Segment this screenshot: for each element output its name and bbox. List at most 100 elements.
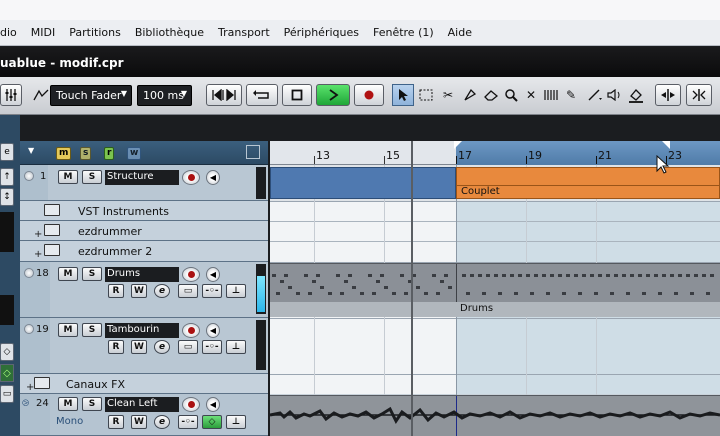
menu-bibliotheque[interactable]: Bibliothèque bbox=[128, 26, 211, 39]
write-automation-button[interactable]: W bbox=[131, 284, 147, 298]
solo-button[interactable]: S bbox=[82, 170, 102, 184]
inspector-select[interactable] bbox=[0, 295, 14, 325]
go-to-start-button[interactable] bbox=[206, 84, 242, 106]
speaker-tool-icon[interactable] bbox=[604, 84, 626, 106]
inspector-edit-icon[interactable]: ◇ bbox=[0, 343, 14, 361]
color-tool-icon[interactable] bbox=[625, 84, 647, 106]
instrument-icon[interactable]: ▭ bbox=[178, 284, 198, 298]
zoom-icon[interactable] bbox=[500, 84, 522, 106]
inspector-down-icon[interactable]: ↕ bbox=[0, 188, 14, 206]
mute-tool-icon[interactable]: ✕ bbox=[520, 84, 542, 106]
line-tool-icon[interactable] bbox=[584, 84, 606, 106]
edit-instrument-button[interactable]: e bbox=[154, 340, 170, 354]
read-automation-button[interactable]: R bbox=[108, 284, 124, 298]
record-enable-button[interactable] bbox=[182, 323, 200, 338]
mute-button[interactable]: M bbox=[58, 323, 78, 337]
mute-button[interactable]: M bbox=[58, 170, 78, 184]
expand-icon[interactable]: + bbox=[34, 249, 42, 260]
inserts-icon[interactable]: ⊥ bbox=[226, 340, 246, 354]
folder-vst-instruments[interactable]: VST Instruments bbox=[20, 201, 268, 221]
track-select-icon[interactable] bbox=[24, 324, 34, 334]
solo-button[interactable]: S bbox=[82, 323, 102, 337]
monitor-speaker-icon[interactable]: ◀ bbox=[206, 170, 220, 185]
track-select-icon[interactable] bbox=[24, 268, 34, 278]
track-name-field[interactable]: Tambourin bbox=[105, 323, 179, 338]
instrument-icon[interactable]: ▭ bbox=[178, 340, 198, 354]
latency-select[interactable]: 100 ms ▼ bbox=[137, 85, 192, 106]
lane-icon[interactable]: -◦- bbox=[202, 340, 222, 354]
track-name-field[interactable]: Structure bbox=[105, 170, 179, 185]
inspector-monitor-icon[interactable]: ◇ bbox=[0, 364, 14, 382]
record-enable-button[interactable] bbox=[182, 397, 200, 412]
track-tambourin[interactable]: 19 M S Tambourin ◀ R W e ▭ -◦- ⊥ bbox=[20, 318, 268, 374]
track-structure[interactable]: 1 M S Structure ◀ bbox=[20, 165, 268, 201]
track-list-settings-icon[interactable] bbox=[246, 145, 260, 159]
menu-midi[interactable]: MIDI bbox=[24, 26, 62, 39]
lane-icon[interactable]: -◦- bbox=[202, 284, 222, 298]
snap-icon[interactable] bbox=[655, 84, 681, 106]
automation-mode-select[interactable]: Touch Fader ▼ bbox=[50, 85, 132, 106]
record-enable-button[interactable] bbox=[182, 267, 200, 282]
mute-button[interactable]: M bbox=[58, 397, 78, 411]
folder-ezdrummer-2[interactable]: + ezdrummer 2 bbox=[20, 241, 268, 262]
read-automation-button[interactable]: R bbox=[108, 415, 124, 429]
pointer-tool-icon[interactable] bbox=[392, 84, 414, 106]
pencil-icon[interactable]: ✎ bbox=[560, 84, 582, 106]
audio-event-clean-left[interactable] bbox=[270, 395, 720, 436]
track-name-field[interactable]: Clean Left bbox=[105, 397, 179, 412]
edit-channel-button[interactable]: e bbox=[154, 415, 170, 429]
right-locator-icon[interactable] bbox=[662, 141, 670, 149]
track-select-icon[interactable] bbox=[24, 171, 34, 181]
track-clean-left[interactable]: ⧁ 24 M S Clean Left ◀ Mono R W e -◦- ◇ ⊥ bbox=[20, 394, 268, 436]
inserts-icon[interactable]: ⊥ bbox=[226, 284, 246, 298]
record-enable-button[interactable] bbox=[182, 170, 200, 185]
edit-instrument-button[interactable]: e bbox=[154, 284, 170, 298]
timeline-ruler[interactable]: 13 15 17 19 21 23 bbox=[270, 141, 720, 165]
left-locator-icon[interactable] bbox=[454, 141, 462, 149]
inspector-e-button[interactable]: e bbox=[0, 143, 14, 161]
solo-button[interactable]: S bbox=[82, 267, 102, 281]
mixer-icon[interactable] bbox=[0, 84, 22, 106]
midi-part-drums[interactable]: Drums bbox=[270, 263, 720, 317]
grid-snap-icon[interactable] bbox=[686, 84, 712, 106]
monitor-speaker-icon[interactable]: ◀ bbox=[206, 323, 220, 338]
play-button[interactable] bbox=[316, 84, 350, 106]
write-automation-button[interactable]: W bbox=[131, 340, 147, 354]
solo-button[interactable]: S bbox=[82, 397, 102, 411]
lane-icon[interactable]: -◦- bbox=[178, 415, 198, 429]
event-display[interactable]: Couplet Drums bbox=[270, 165, 720, 436]
record-button[interactable] bbox=[354, 84, 384, 106]
monitor-active-icon[interactable]: ◇ bbox=[202, 415, 222, 429]
write-automation-button[interactable]: W bbox=[131, 415, 147, 429]
read-automation-button[interactable]: R bbox=[108, 340, 124, 354]
mute-button[interactable]: M bbox=[58, 267, 78, 281]
time-warp-icon[interactable] bbox=[540, 84, 562, 106]
automation-icon[interactable] bbox=[30, 84, 52, 106]
eraser-icon[interactable] bbox=[480, 84, 502, 106]
track-drums[interactable]: 18 M S Drums ◀ R W e ▭ -◦- ⊥ bbox=[20, 262, 268, 318]
scissors-icon[interactable]: ✂ bbox=[437, 84, 459, 106]
inspector-eq-icon[interactable]: ▭ bbox=[0, 385, 14, 403]
inserts-icon[interactable]: ⊥ bbox=[226, 415, 246, 429]
folder-canaux-fx[interactable]: + Canaux FX bbox=[20, 374, 268, 394]
global-read-button[interactable]: r bbox=[104, 147, 115, 160]
global-write-button[interactable]: w bbox=[127, 147, 142, 160]
menu-studio[interactable]: dio bbox=[0, 26, 24, 39]
menu-transport[interactable]: Transport bbox=[211, 26, 277, 39]
stop-button[interactable] bbox=[282, 84, 312, 106]
expand-icon[interactable]: + bbox=[34, 229, 42, 240]
menu-aide[interactable]: Aide bbox=[441, 26, 479, 39]
monitor-speaker-icon[interactable]: ◀ bbox=[206, 397, 220, 412]
range-tool-icon[interactable] bbox=[415, 84, 437, 106]
marker-part-couplet[interactable]: Couplet bbox=[456, 167, 720, 199]
inspector-up-icon[interactable]: ↑ bbox=[0, 168, 14, 186]
menu-partitions[interactable]: Partitions bbox=[62, 26, 128, 39]
glue-tool-icon[interactable] bbox=[459, 84, 481, 106]
menu-fenetre[interactable]: Fenêtre (1) bbox=[366, 26, 441, 39]
chevron-down-icon[interactable]: ▼ bbox=[28, 146, 34, 155]
folder-ezdrummer[interactable]: + ezdrummer bbox=[20, 221, 268, 241]
monitor-speaker-icon[interactable]: ◀ bbox=[206, 267, 220, 282]
cycle-button[interactable] bbox=[246, 84, 278, 106]
global-solo-button[interactable]: s bbox=[80, 147, 92, 160]
project-cursor[interactable] bbox=[411, 141, 413, 436]
